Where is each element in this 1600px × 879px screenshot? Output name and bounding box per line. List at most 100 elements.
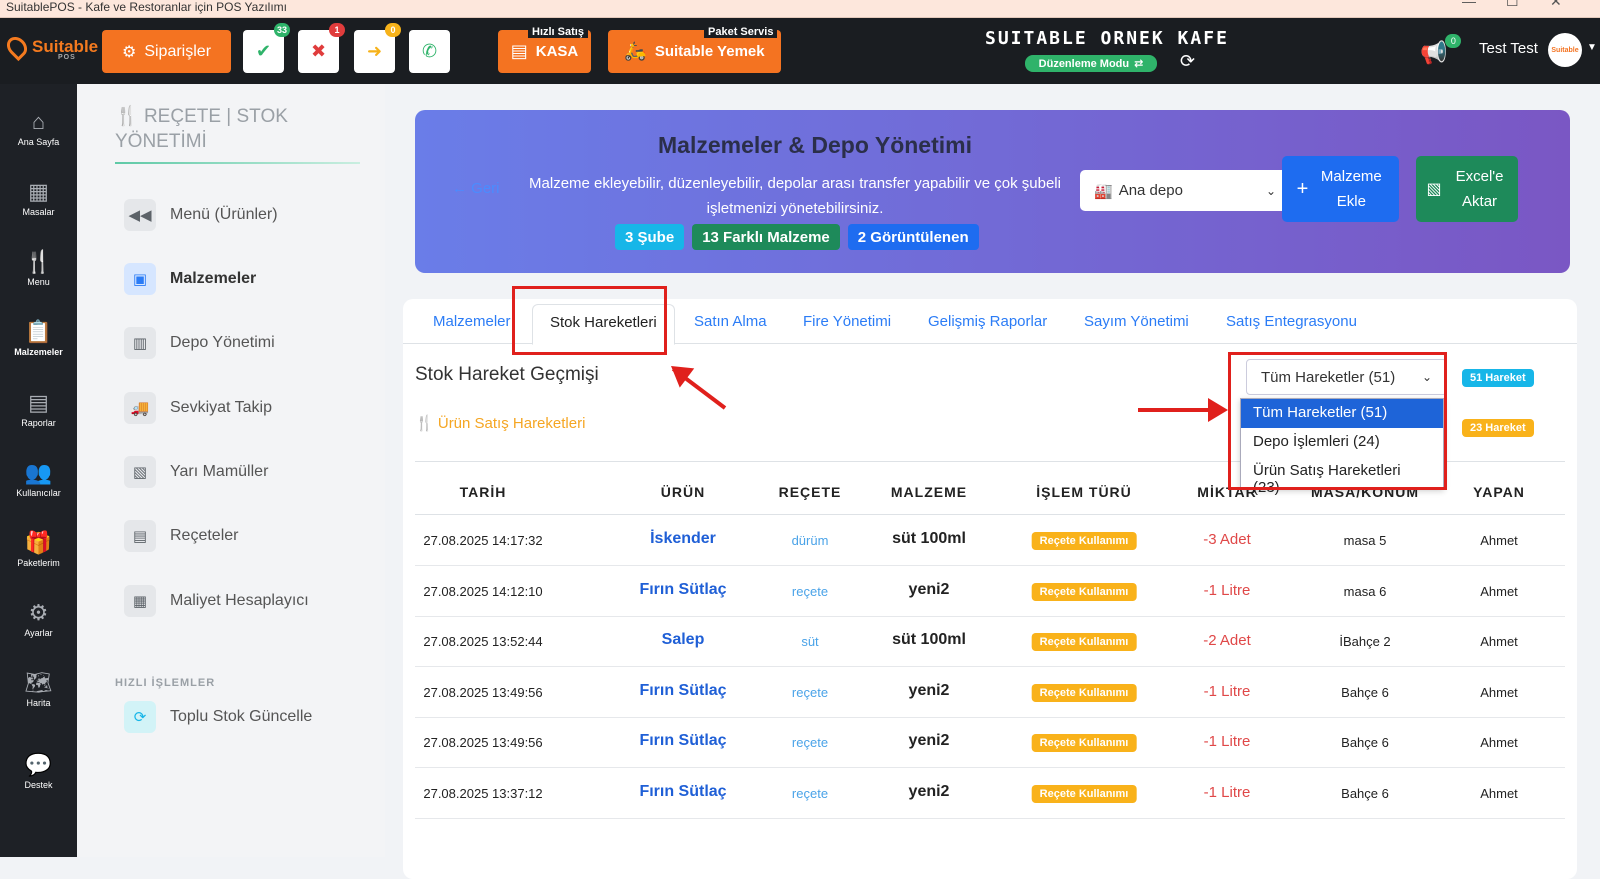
cancel-button[interactable]: ✖ 1 — [298, 23, 345, 73]
column-header[interactable]: İŞLEM TÜRÜ — [1036, 484, 1132, 500]
cell-recipe[interactable]: dürüm — [792, 533, 829, 548]
cell-user: Ahmet — [1480, 735, 1518, 750]
sidebar-item-toplu-stok[interactable]: ⟳ Toplu Stok Güncelle — [124, 701, 312, 733]
sidebar-item-6[interactable]: ▦ Maliyet Hesaplayıcı — [124, 585, 309, 617]
edit-mode-toggle[interactable]: Düzenleme Modu ⇄ — [1025, 55, 1157, 72]
tab-6[interactable]: Satış Entegrasyonu — [1226, 313, 1357, 330]
sync-icon: ⟳ — [124, 701, 156, 733]
stat-pill: 13 Farklı Malzeme — [692, 224, 840, 250]
sidebar-item-3[interactable]: 🚚 Sevkiyat Takip — [124, 392, 272, 424]
cell-recipe[interactable]: reçete — [792, 786, 828, 801]
avatar[interactable]: Suitable — [1548, 33, 1582, 67]
cell-product[interactable]: Fırın Sütlaç — [639, 732, 726, 750]
tab-5[interactable]: Sayım Yönetimi — [1084, 313, 1189, 330]
nav-item-menu[interactable]: 🍴 Menu — [0, 249, 77, 309]
nav-item-kullanıcılar[interactable]: 👥 Kullanıcılar — [0, 460, 77, 520]
highlight-box-tab — [512, 286, 667, 355]
add-material-button[interactable]: + Malzeme Ekle — [1282, 156, 1399, 222]
nav-item-ana-sayfa[interactable]: ⌂ Ana Sayfa — [0, 109, 77, 169]
tab-2[interactable]: Satın Alma — [694, 313, 767, 330]
depot-select[interactable]: 🏭 Ana depo ⌄ — [1080, 170, 1290, 211]
tab-3[interactable]: Fire Yönetimi — [803, 313, 891, 330]
sidebar-item-label: Sevkiyat Takip — [170, 399, 272, 416]
hero-title: Malzemeler & Depo Yönetimi — [658, 132, 972, 158]
orders-label: Siparişler — [144, 42, 212, 60]
main-navigation: ⌂ Ana Sayfa ▦ Masalar 🍴 Menu 📋 Malzemeler ▤ Rapor… — [0, 84, 77, 857]
cell-product[interactable]: Fırın Sütlaç — [639, 783, 726, 801]
phone-button[interactable]: ✆ — [409, 30, 450, 73]
nav-item-paketlerim[interactable]: 🎁 Paketlerim — [0, 530, 77, 590]
refresh-icon[interactable]: ⟳ — [1180, 51, 1195, 72]
minimize-icon[interactable]: — — [1462, 0, 1476, 9]
chevron-down-icon[interactable]: ▼ — [1587, 42, 1597, 53]
sidebar-item-label: Depo Yönetimi — [170, 334, 275, 351]
nav-item-label: Harita — [26, 698, 51, 708]
sidebar-item-label: Yarı Mamüller — [170, 463, 269, 480]
nav-item-harita[interactable]: 🗺 Harita — [0, 670, 77, 730]
cutlery-icon: 🍴 — [115, 106, 139, 127]
column-header[interactable]: MALZEME — [891, 484, 967, 500]
nav-item-destek[interactable]: 💬 Destek — [0, 752, 77, 812]
tab-4[interactable]: Gelişmiş Raporlar — [928, 313, 1047, 330]
paket-servis-button[interactable]: Paket Servis 🛵 Suitable Yemek — [608, 26, 781, 73]
notification-badge: 0 — [1445, 34, 1462, 48]
sidebar-item-0[interactable]: ◀◀ Menü (Ürünler) — [124, 199, 278, 231]
cell-quantity: -1 Litre — [1203, 783, 1251, 801]
hero-banner: Malzemeler & Depo Yönetimi ← Geri Malzem… — [415, 110, 1570, 273]
chevron-down-icon: ⌄ — [1265, 183, 1276, 198]
maximize-icon[interactable]: ☐ — [1506, 0, 1519, 9]
column-header[interactable]: YAPAN — [1473, 484, 1525, 500]
tab-0[interactable]: Malzemeler — [433, 313, 511, 330]
column-header[interactable]: TARİH — [460, 484, 507, 500]
list-icon: ▤ — [124, 520, 156, 552]
cancel-icon: ✖ — [310, 41, 327, 61]
excel-export-button[interactable]: ▧ Excel'e Aktar — [1416, 156, 1518, 222]
column-header[interactable]: REÇETE — [779, 484, 842, 500]
cell-product[interactable]: Fırın Sütlaç — [639, 682, 726, 700]
nav-item-malzemeler[interactable]: 📋 Malzemeler — [0, 319, 77, 379]
top-bar: Suitable POS ⚙ Siparişler ✔ 33 ✖ 1 ➜ 0 ✆ Hızlı… — [0, 18, 1600, 84]
announcements-button[interactable]: 📢 0 — [1420, 34, 1462, 66]
nav-item-label: Kullanıcılar — [16, 488, 61, 498]
users-icon: 👥 — [24, 460, 53, 485]
transfer-button[interactable]: ➜ 0 — [354, 23, 401, 73]
cell-quantity: -1 Litre — [1203, 682, 1251, 700]
nav-item-masalar[interactable]: ▦ Masalar — [0, 179, 77, 239]
cell-material: yeni2 — [908, 580, 950, 598]
sidebar-item-1[interactable]: ▣ Malzemeler — [124, 263, 256, 295]
cell-recipe[interactable]: reçete — [792, 685, 828, 700]
approve-button[interactable]: ✔ 33 — [243, 23, 290, 73]
nav-item-label: Menu — [27, 277, 50, 287]
user-name[interactable]: Test Test — [1479, 40, 1538, 57]
nav-item-label: Ayarlar — [24, 628, 53, 638]
approve-count-badge: 33 — [273, 23, 290, 37]
section-subtitle-text: Ürün Satış Hareketleri — [437, 415, 586, 432]
home-icon: ⌂ — [31, 109, 46, 134]
nav-item-raporlar[interactable]: ▤ Raporlar — [0, 390, 77, 450]
table-row: 27.08.2025 13:49:56 Fırın Sütlaç reçete yen… — [415, 667, 1565, 718]
app-logo[interactable]: Suitable POS — [2, 32, 98, 62]
close-icon[interactable]: ✕ — [1550, 0, 1562, 9]
cell-user: Ahmet — [1480, 634, 1518, 649]
sidebar-item-4[interactable]: ▧ Yarı Mamüller — [124, 456, 268, 488]
cell-location: masa 6 — [1343, 583, 1387, 599]
cell-product[interactable]: İskender — [650, 530, 716, 548]
sidebar-item-2[interactable]: ▥ Depo Yönetimi — [124, 327, 275, 359]
cell-recipe[interactable]: reçete — [792, 735, 828, 750]
section-subtitle: 🍴 Ürün Satış Hareketleri — [415, 414, 585, 432]
kasa-button[interactable]: Hızlı Satış ▤ KASA — [498, 26, 591, 73]
cell-recipe[interactable]: süt — [801, 634, 818, 649]
nav-item-ayarlar[interactable]: ⚙ Ayarlar — [0, 600, 77, 660]
cell-recipe[interactable]: reçete — [792, 584, 828, 599]
section-title: Stok Hareket Geçmişi — [415, 364, 599, 385]
gears-icon: ⚙ — [121, 43, 137, 61]
location-pin-icon — [2, 32, 32, 62]
back-link[interactable]: ← Geri — [452, 180, 500, 197]
column-header[interactable]: ÜRÜN — [661, 484, 705, 500]
cell-product[interactable]: Salep — [662, 631, 705, 649]
cell-product[interactable]: Fırın Sütlaç — [639, 581, 726, 599]
table-row: 27.08.2025 13:49:56 Fırın Sütlaç reçete yen… — [415, 717, 1565, 768]
cutlery-icon: 🍴 — [415, 415, 434, 432]
sidebar-item-5[interactable]: ▤ Reçeteler — [124, 520, 238, 552]
orders-button[interactable]: ⚙ Siparişler — [102, 30, 231, 73]
